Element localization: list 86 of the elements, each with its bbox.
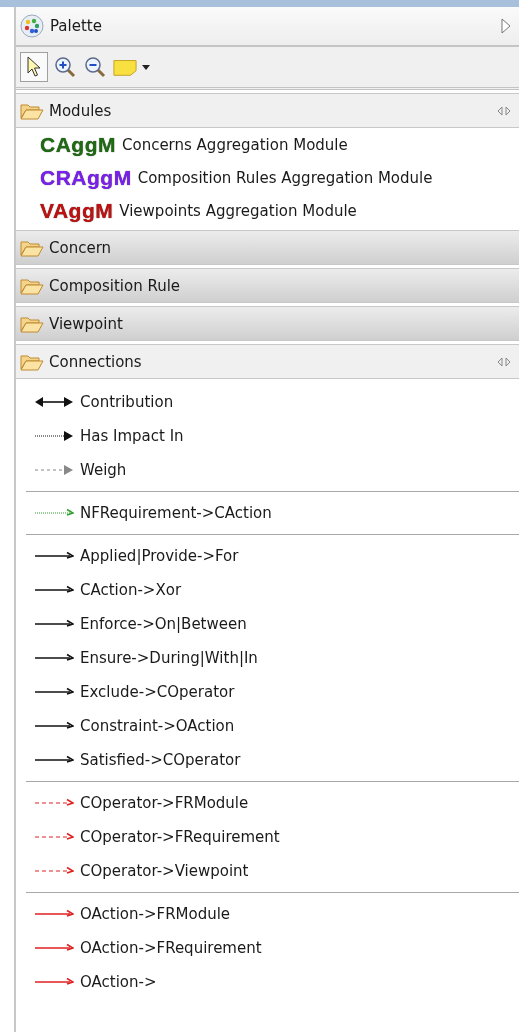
module-label: Viewpoints Aggregation Module — [119, 201, 357, 220]
connection-tool[interactable]: COperator->FRequirement — [16, 820, 519, 854]
connection-label: COperator->FRequirement — [80, 828, 280, 846]
module-item[interactable]: CRAggM Composition Rules Aggregation Module — [16, 161, 519, 194]
dashed-arrow-icon — [34, 797, 74, 809]
drawer-header[interactable]: Composition Rule — [16, 268, 519, 303]
connection-label: Applied|Provide->For — [80, 547, 239, 565]
connection-tool[interactable]: Has Impact In — [16, 419, 519, 453]
arrow-icon — [34, 652, 74, 664]
module-label: Composition Rules Aggregation Module — [137, 168, 433, 187]
dashed-arrow-icon — [34, 430, 74, 442]
folder-icon — [20, 101, 44, 120]
module-abbreviation: CRAggM — [40, 165, 132, 190]
drawer-label: Concern — [49, 238, 113, 257]
drawer-header[interactable]: Connections — [16, 344, 519, 379]
connection-tool[interactable]: NFRequirement->CAction — [16, 496, 519, 530]
zoom-out-icon — [84, 56, 106, 78]
drawer-header[interactable]: Modules — [16, 93, 519, 128]
connection-label: OAction-> — [80, 973, 157, 991]
folder-icon — [20, 276, 44, 295]
arrow-icon — [34, 754, 74, 766]
folder-icon — [20, 238, 44, 257]
module-label: Concerns Aggregation Module — [122, 135, 348, 154]
pin-icon[interactable] — [497, 356, 511, 367]
connection-tool[interactable]: Applied|Provide->For — [16, 539, 519, 573]
connection-label: OAction->FRequirement — [80, 939, 262, 957]
dashed-arrow-icon — [34, 464, 74, 476]
folder-icon — [20, 314, 44, 333]
connection-label: CAction->Xor — [80, 581, 182, 599]
connection-tool[interactable]: Weigh — [16, 453, 519, 487]
connection-tool[interactable]: COperator->Viewpoint — [16, 854, 519, 888]
connection-label: NFRequirement->CAction — [80, 504, 272, 522]
folder-icon — [20, 352, 44, 371]
pointer-icon — [26, 56, 42, 78]
drawer-label: Modules — [49, 101, 113, 120]
connection-tool[interactable]: Exclude->COperator — [16, 675, 519, 709]
arrow-icon — [34, 908, 74, 920]
dashed-arrow-icon — [34, 507, 74, 519]
dashed-arrow-icon — [34, 865, 74, 877]
pin-icon[interactable] — [497, 105, 511, 116]
drawer-label: Viewpoint — [49, 314, 124, 333]
connection-label: Exclude->COperator — [80, 683, 235, 701]
arrow-icon — [34, 976, 74, 988]
connection-label: Contribution — [80, 393, 174, 411]
drawer-header[interactable]: Viewpoint — [16, 306, 519, 341]
connection-label: COperator->Viewpoint — [80, 862, 249, 880]
connection-label: Satisfied->COperator — [80, 751, 241, 769]
connection-label: Weigh — [80, 461, 127, 479]
sticky-note-icon — [113, 57, 137, 77]
arrow-icon — [34, 720, 74, 732]
connection-label: Has Impact In — [80, 427, 184, 445]
arrow-icon — [34, 584, 74, 596]
connection-tool[interactable]: Satisfied->COperator — [16, 743, 519, 777]
drawer-label: Connections — [49, 352, 143, 371]
dropdown-caret-icon[interactable] — [142, 64, 150, 70]
drawer-header[interactable]: Concern — [16, 230, 519, 265]
tool-button[interactable] — [20, 52, 48, 82]
module-item[interactable]: CAggM Concerns Aggregation Module — [16, 128, 519, 161]
module-abbreviation: VAggM — [40, 198, 114, 223]
connection-label: OAction->FRModule — [80, 905, 231, 923]
connection-tool[interactable]: OAction->FRModule — [16, 897, 519, 931]
connection-label: COperator->FRModule — [80, 794, 249, 812]
connection-tool[interactable]: Ensure->During|With|In — [16, 641, 519, 675]
connection-tool[interactable]: CAction->Xor — [16, 573, 519, 607]
connection-label: Enforce->On|Between — [80, 615, 247, 633]
connection-label: Constraint->OAction — [80, 717, 235, 735]
module-abbreviation: CAggM — [40, 132, 116, 157]
palette-title: Palette — [50, 17, 103, 35]
palette-icon — [20, 14, 44, 38]
connection-tool[interactable]: OAction->FRequirement — [16, 931, 519, 965]
zoom-in-icon — [54, 56, 76, 78]
arrow-icon — [34, 618, 74, 630]
arrow-icon — [34, 942, 74, 954]
arrow-icon — [34, 550, 74, 562]
connection-tool[interactable]: Contribution — [16, 385, 519, 419]
dashed-arrow-icon — [34, 831, 74, 843]
arrow-icon — [34, 686, 74, 698]
drawer-label: Composition Rule — [49, 276, 182, 295]
double-arrow-icon — [34, 396, 74, 408]
connection-tool[interactable]: OAction-> — [16, 965, 519, 999]
module-item[interactable]: VAggM Viewpoints Aggregation Module — [16, 194, 519, 227]
connection-tool[interactable]: Constraint->OAction — [16, 709, 519, 743]
connection-tool[interactable]: Enforce->On|Between — [16, 607, 519, 641]
connection-label: Ensure->During|With|In — [80, 649, 258, 667]
connection-tool[interactable]: COperator->FRModule — [16, 786, 519, 820]
collapse-triangle-icon[interactable] — [501, 18, 511, 34]
